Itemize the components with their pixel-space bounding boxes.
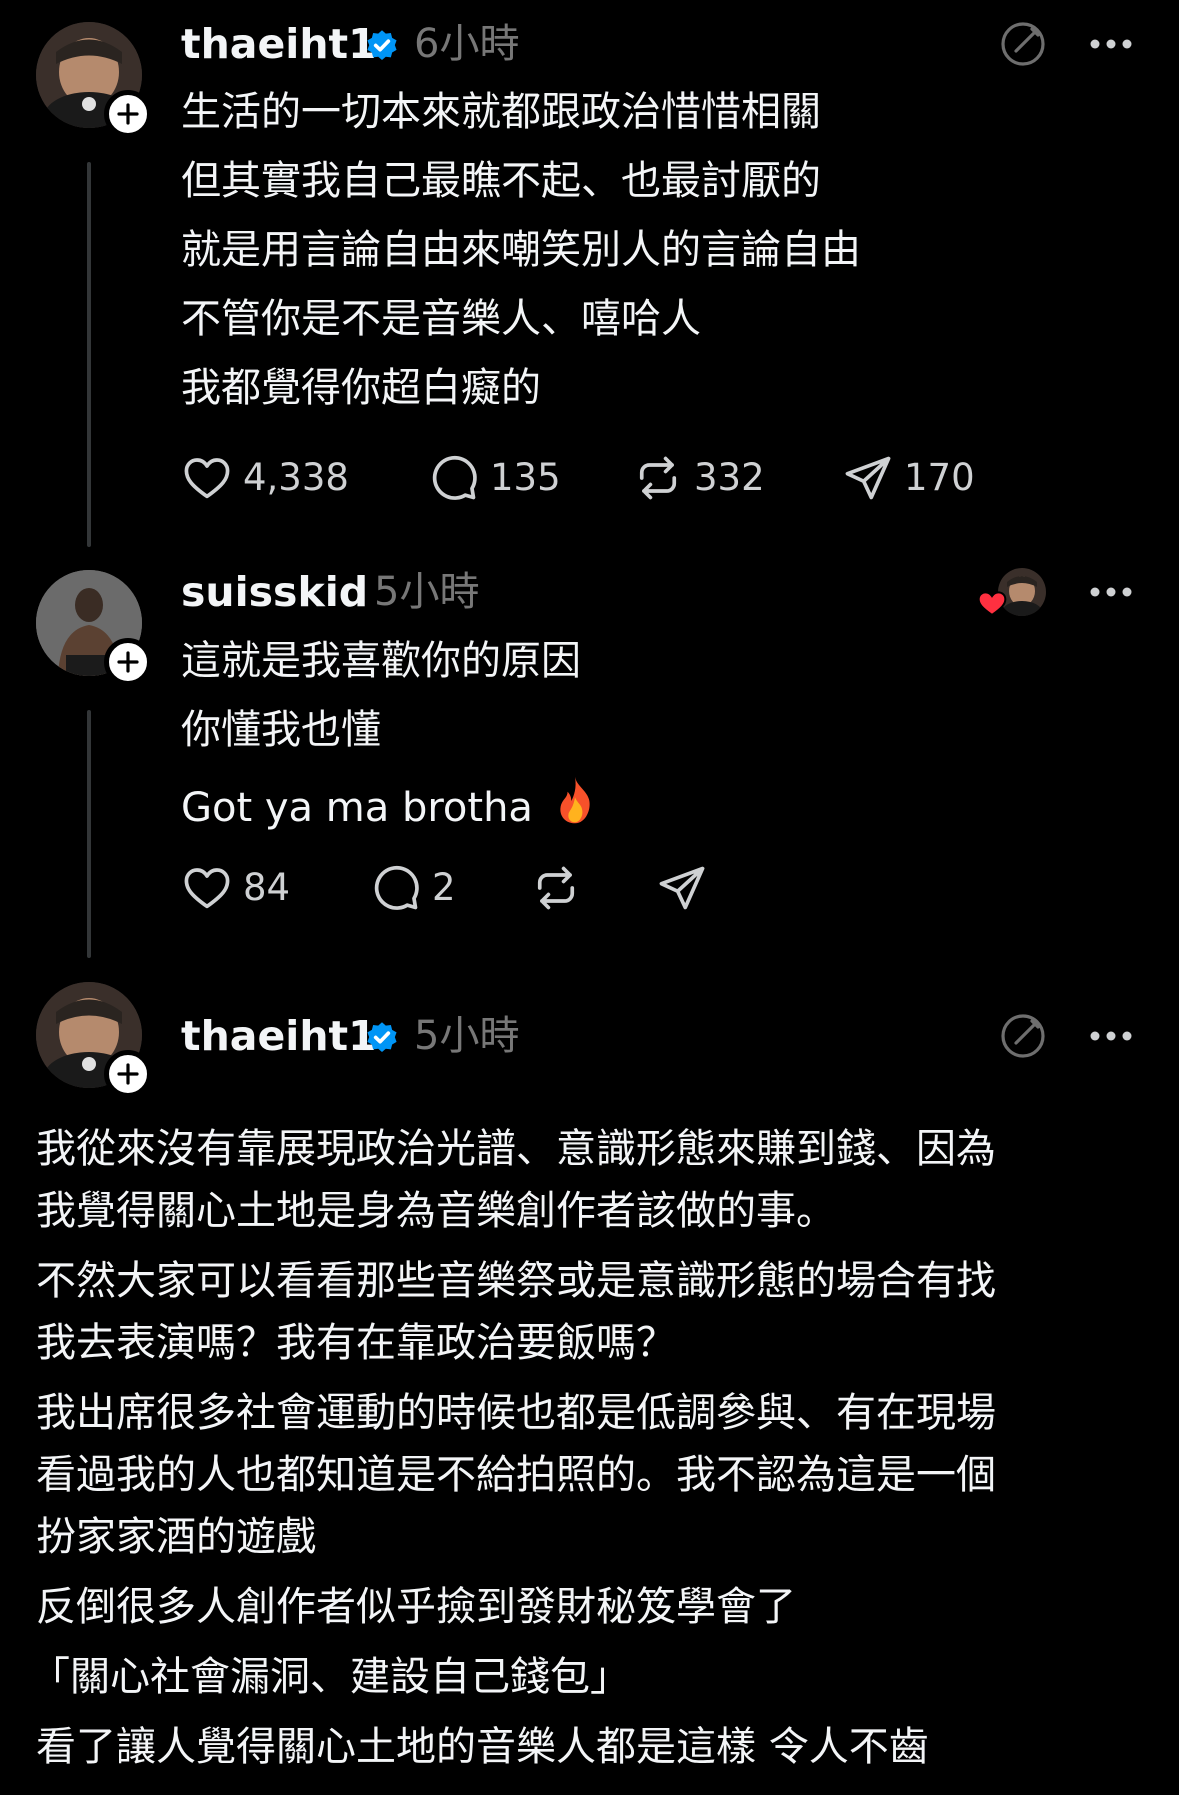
follow-button[interactable] — [104, 638, 152, 686]
follow-button[interactable] — [104, 1050, 152, 1098]
more-options-icon[interactable] — [1089, 37, 1133, 51]
send-icon — [659, 866, 705, 910]
post-text-line: 「關心社會漏洞、建設自己錢包」 — [30, 1654, 630, 1700]
post-timestamp: 5小時 — [414, 1013, 520, 1059]
post-username[interactable]: thaeiht1 — [181, 1012, 377, 1060]
post-text-line: 不然大家可以看看那些音樂祭或是意識形態的場合有找 — [36, 1258, 996, 1304]
like-count: 84 — [243, 866, 291, 909]
heart-filled-icon — [977, 591, 1007, 617]
post-timestamp: 5小時 — [374, 569, 480, 615]
more-options-icon[interactable] — [1089, 585, 1133, 599]
post-text-line: 就是用言論自由來嘲笑別人的言論自由 — [181, 227, 861, 273]
share-count: 170 — [904, 456, 975, 499]
repost-button[interactable]: 332 — [632, 450, 765, 506]
thread-connector-line — [87, 710, 91, 958]
post-text-line: 生活的一切本來就都跟政治惜惜相關 — [181, 89, 821, 135]
post-text-line: 我從來沒有靠展現政治光譜、意識形態來賺到錢、因為 — [36, 1126, 996, 1172]
post-text-line-with-emoji: Got ya ma brotha — [181, 775, 598, 838]
repost-button[interactable] — [530, 860, 582, 916]
comment-icon — [374, 865, 419, 910]
plus-icon — [117, 103, 139, 125]
post-text-line: 不管你是不是音樂人、嘻哈人 — [181, 296, 701, 342]
reply-button[interactable]: 135 — [428, 450, 561, 506]
like-count: 4,338 — [243, 456, 349, 499]
thread-connector-line — [87, 162, 91, 547]
reply-count: 2 — [432, 866, 456, 909]
post-text-line: 我去表演嗎？我有在靠政治要飯嗎？ — [36, 1320, 676, 1366]
post-text-line: 我覺得關心土地是身為音樂創作者該做的事。 — [36, 1188, 836, 1234]
post-text-line: 我出席很多社會運動的時候也都是低調參與、有在現場 — [36, 1390, 996, 1436]
post-text-line: 扮家家酒的遊戲 — [36, 1514, 316, 1560]
post-text-line: 看過我的人也都知道是不給拍照的。我不認為這是一個 — [36, 1452, 996, 1498]
plus-icon — [117, 1063, 139, 1085]
fire-icon — [560, 776, 590, 824]
like-button[interactable]: 84 — [181, 860, 290, 916]
post-username[interactable]: suisskid — [181, 568, 368, 616]
repost-icon — [639, 456, 677, 500]
post-text-line: 但其實我自己最瞧不起、也最討厭的 — [181, 158, 821, 204]
follow-button[interactable] — [104, 90, 152, 138]
reply-button[interactable]: 2 — [370, 860, 456, 916]
send-icon — [845, 456, 891, 500]
post-text-line: 我都覺得你超白癡的 — [181, 365, 541, 411]
post-text-line: 這就是我喜歡你的原因 — [181, 638, 581, 684]
heart-icon — [184, 458, 230, 499]
like-button[interactable]: 4,338 — [181, 450, 349, 506]
post-text: Got ya ma brotha — [181, 785, 533, 831]
fire-emoji — [552, 775, 598, 838]
heart-icon — [184, 868, 230, 909]
edit-icon[interactable] — [998, 1011, 1048, 1061]
post-timestamp: 6小時 — [414, 21, 520, 67]
more-options-icon[interactable] — [1089, 1029, 1133, 1043]
repost-icon — [537, 866, 575, 910]
post-username[interactable]: thaeiht1 — [181, 20, 377, 68]
comment-icon — [432, 455, 477, 500]
reply-count: 135 — [490, 456, 561, 499]
post-text-line: 看了讓人覺得關心土地的音樂人都是這樣 令人不齒 — [36, 1724, 929, 1770]
verified-badge-icon — [367, 1022, 397, 1053]
post-text-line: 反倒很多人創作者似乎撿到發財秘笈學會了 — [36, 1584, 796, 1630]
share-button[interactable] — [656, 860, 708, 916]
post-text-line: 你懂我也懂 — [181, 707, 381, 753]
verified-badge-icon — [367, 30, 397, 61]
edit-icon[interactable] — [998, 19, 1048, 69]
share-button[interactable]: 170 — [842, 450, 975, 506]
plus-icon — [117, 651, 139, 673]
liked-by-author-indicator — [976, 568, 1048, 620]
repost-count: 332 — [694, 456, 765, 499]
